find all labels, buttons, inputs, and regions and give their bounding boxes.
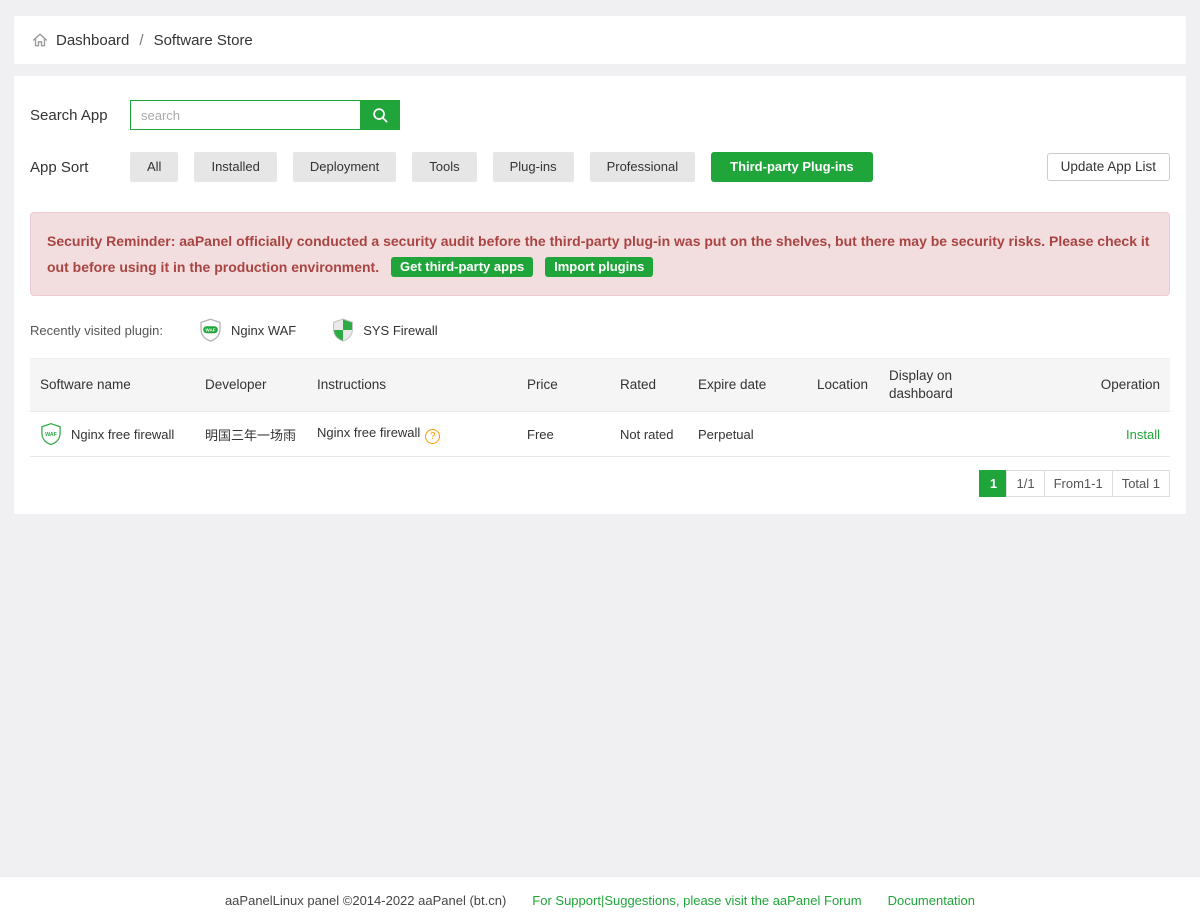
home-icon [31,31,49,49]
tab-tools[interactable]: Tools [412,152,476,182]
search-app-label: Search App [30,107,130,124]
breadcrumb-current-page: Software Store [154,32,253,49]
tab-professional[interactable]: Professional [590,152,696,182]
col-display-on-dashboard: Display on dashboard [879,359,989,412]
page-total: Total 1 [1112,470,1170,497]
svg-text:WAF: WAF [45,432,58,438]
col-instructions: Instructions [307,359,517,412]
footer: aaPanelLinux panel ©2014-2022 aaPanel (b… [0,876,1200,924]
search-button[interactable] [360,100,400,130]
footer-documentation-link[interactable]: Documentation [888,893,975,908]
recently-visited-label: Recently visited plugin: [30,323,163,338]
firewall-shield-icon [332,318,354,342]
page-info: 1/1 [1006,470,1044,497]
tab-all[interactable]: All [130,152,178,182]
waf-shield-icon: WAF [199,318,222,342]
breadcrumb-separator: / [139,32,143,49]
rated-value: Not rated [610,412,688,457]
software-table: Software name Developer Instructions Pri… [30,358,1170,457]
tab-plug-ins[interactable]: Plug-ins [493,152,574,182]
svg-text:WAF: WAF [205,327,215,332]
display-on-dashboard-value [879,412,989,457]
nginx-waf-app-icon: WAF [40,422,62,446]
recently-visited-row: Recently visited plugin: WAF Nginx WAF [30,318,1170,342]
table-row: WAF Nginx free firewall 明国三年一场雨 Nginx fr… [30,412,1170,457]
expire-date-value: Perpetual [688,412,807,457]
security-reminder-banner: Security Reminder: aaPanel officially co… [30,212,1170,296]
help-question-icon[interactable]: ? [425,429,440,444]
price-value: Free [517,412,610,457]
tab-third-party-plug-ins[interactable]: Third-party Plug-ins [711,152,873,182]
recent-plugin-sys-firewall[interactable]: SYS Firewall [332,318,437,342]
footer-copyright: aaPanelLinux panel ©2014-2022 aaPanel (b… [225,893,506,908]
col-expire-date: Expire date [688,359,807,412]
instructions-text: Nginx free firewall [317,425,420,440]
import-plugins-button[interactable]: Import plugins [545,257,653,277]
recent-plugin-nginx-waf[interactable]: WAF Nginx WAF [199,318,296,342]
col-developer: Developer [195,359,307,412]
col-operation: Operation [989,359,1170,412]
page-number-current[interactable]: 1 [979,470,1007,497]
breadcrumb: Dashboard / Software Store [14,16,1186,64]
software-store-panel: Search App App Sort All Installed Deploy… [14,76,1186,514]
page-range: From1-1 [1044,470,1113,497]
tab-deployment[interactable]: Deployment [293,152,396,182]
app-sort-row: App Sort All Installed Deployment Tools … [30,152,1170,182]
col-price: Price [517,359,610,412]
get-third-party-apps-button[interactable]: Get third-party apps [391,257,533,277]
app-sort-tabs: All Installed Deployment Tools Plug-ins … [130,152,873,182]
developer-name: 明国三年一场雨 [195,412,307,457]
breadcrumb-dashboard-link[interactable]: Dashboard [56,32,129,49]
recent-plugin-name: Nginx WAF [231,323,296,338]
app-sort-label: App Sort [30,159,130,176]
tab-installed[interactable]: Installed [194,152,276,182]
software-name: Nginx free firewall [71,427,174,442]
search-input[interactable] [130,100,360,130]
col-location: Location [807,359,879,412]
location-value [807,412,879,457]
footer-forum-link[interactable]: For Support|Suggestions, please visit th… [532,893,861,908]
update-app-list-button[interactable]: Update App List [1047,153,1170,181]
col-software-name: Software name [30,359,195,412]
recent-plugin-name: SYS Firewall [363,323,437,338]
search-row: Search App [30,100,1170,130]
install-link[interactable]: Install [1126,427,1160,442]
table-header-row: Software name Developer Instructions Pri… [30,359,1170,412]
col-rated: Rated [610,359,688,412]
search-icon [371,106,390,125]
pagination: 1 1/1 From1-1 Total 1 [30,470,1170,497]
